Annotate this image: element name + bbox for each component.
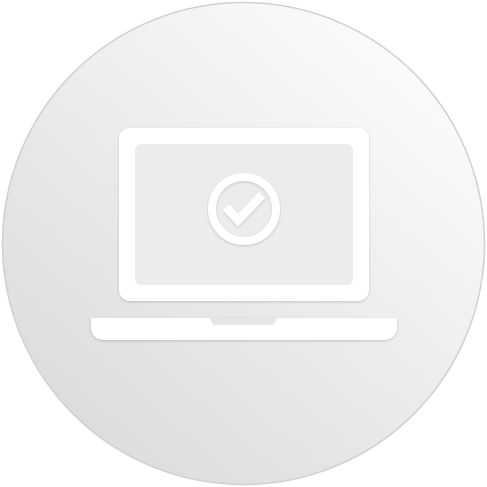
laptop-check-badge [1, 1, 486, 486]
badge-container [0, 0, 487, 487]
laptop-notch [210, 318, 277, 325]
